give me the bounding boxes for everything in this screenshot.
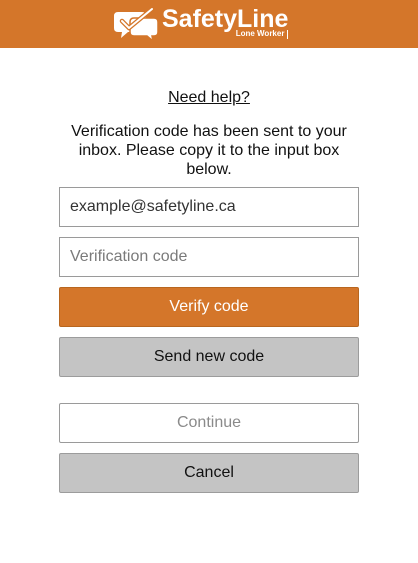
send-new-code-button[interactable]: Send new code bbox=[59, 337, 359, 377]
brand-subtitle: Lone Worker bbox=[235, 29, 285, 38]
chat-bubbles-checkmark-icon bbox=[114, 6, 159, 42]
verification-message: Verification code has been sent to your … bbox=[71, 123, 347, 178]
verification-code-input[interactable] bbox=[59, 237, 359, 277]
safetyline-logo: SafetyLine Lone Worker bbox=[112, 4, 289, 44]
email-field[interactable] bbox=[59, 187, 359, 227]
continue-button[interactable]: Continue bbox=[59, 403, 359, 443]
app-header: SafetyLine Lone Worker bbox=[0, 0, 418, 48]
logo-divider bbox=[287, 30, 289, 39]
verify-code-button[interactable]: Verify code bbox=[59, 287, 359, 327]
need-help-link[interactable]: Need help? bbox=[168, 89, 250, 106]
logo-wordmark: SafetyLine Lone Worker bbox=[162, 4, 289, 44]
cancel-button[interactable]: Cancel bbox=[59, 453, 359, 493]
help-link-container: Need help? bbox=[0, 88, 418, 108]
